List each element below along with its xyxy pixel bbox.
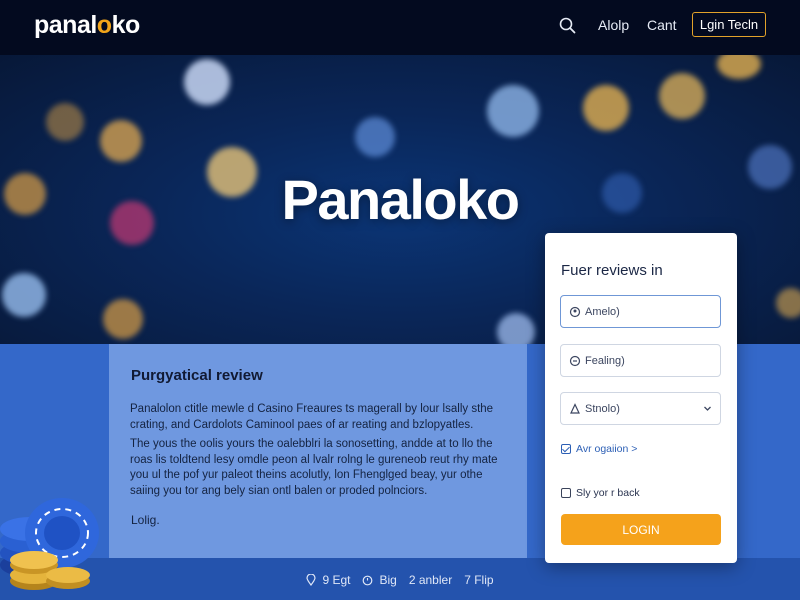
footer-item-label: 7 Flip [464, 573, 494, 587]
review-title: Purgyatical review [131, 367, 263, 384]
login-panel: Fuer reviews in Amelo) Fealing) Stnolo) … [545, 233, 737, 563]
footer-item-label: Big [379, 573, 397, 587]
bokeh-light [355, 117, 395, 157]
bokeh-light [2, 273, 46, 317]
review-card: Purgyatical review Panalolon ctitle mewl… [109, 344, 527, 558]
options-checkbox-row[interactable]: Avr ogaiion > [561, 443, 637, 455]
footer-item-label: 9 Egt [322, 573, 351, 587]
bokeh-light [497, 313, 535, 345]
bokeh-light [776, 288, 800, 318]
footer-item[interactable]: 2 anbler [409, 573, 452, 587]
top-nav: panaloko Alolp Cant Lgin Tecln [0, 0, 800, 55]
bokeh-light [184, 59, 230, 105]
region-select[interactable]: Stnolo) [560, 392, 721, 425]
footer: 9 Egt Big 2 anbler 7 Flip [0, 570, 800, 590]
logo-accent: o [96, 11, 112, 39]
remember-checkbox-label: Sly yor r back [576, 487, 640, 499]
logo[interactable]: panaloko [34, 11, 140, 40]
footer-item[interactable]: 7 Flip [464, 573, 493, 587]
logo-text-tail: ko [111, 11, 141, 39]
login-panel-title: Fuer reviews in [561, 262, 663, 279]
bokeh-light [487, 85, 539, 137]
footer-item-label: 2 anbler [408, 573, 453, 587]
review-link[interactable]: Lolig. [131, 513, 160, 527]
username-value: Amelo) [585, 305, 620, 318]
logo-text: panal [34, 11, 97, 39]
remember-checkbox-row[interactable]: Sly yor r back [561, 487, 640, 499]
chevron-down-icon [703, 404, 712, 413]
footer-item[interactable]: Big [362, 573, 397, 587]
password-value: Fealing) [585, 354, 625, 367]
bokeh-light [103, 299, 143, 339]
review-paragraph: Panalolon ctitle mewle d Casino Freaures… [130, 403, 494, 431]
search-icon[interactable] [558, 16, 578, 36]
nav-link-2[interactable]: Cant [647, 17, 677, 33]
bokeh-light [717, 55, 761, 79]
password-input[interactable]: Fealing) [560, 344, 721, 377]
lock-icon [569, 355, 581, 367]
options-checkbox[interactable] [561, 444, 571, 454]
bokeh-light [46, 103, 84, 141]
clock-icon [363, 575, 373, 585]
login-button[interactable]: LOGIN [561, 514, 721, 545]
username-input[interactable]: Amelo) [560, 295, 721, 328]
footer-item[interactable]: 9 Egt [306, 573, 350, 587]
bokeh-light [583, 85, 629, 131]
pin-icon [306, 574, 317, 586]
user-icon [569, 306, 581, 318]
globe-icon [569, 402, 581, 415]
options-checkbox-label: Avr ogaiion > [576, 443, 638, 455]
bokeh-light [100, 120, 142, 162]
nav-link-1[interactable]: Alolp [598, 17, 629, 33]
bokeh-light [659, 73, 705, 119]
nav-login-button[interactable]: Lgin Tecln [692, 12, 766, 37]
region-value: Stnolo) [585, 402, 620, 415]
review-paragraph: The yous the oolis yours the oalebblri l… [130, 438, 498, 497]
remember-checkbox[interactable] [561, 488, 571, 498]
hero-title: Panaloko [281, 168, 520, 231]
